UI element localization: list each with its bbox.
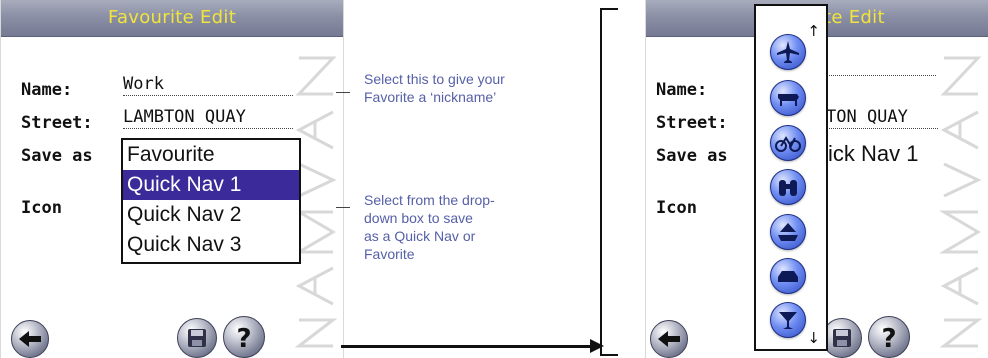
back-arrow-icon: [19, 331, 41, 347]
dropdown-option-quick-nav-1[interactable]: Quick Nav 1: [123, 170, 299, 200]
street-field[interactable]: LAMBTON QUAY: [123, 107, 293, 129]
screen-title: Favourite Edit: [107, 7, 237, 28]
floppy-disk-icon: [188, 329, 206, 347]
name-field[interactable]: Work: [123, 74, 293, 96]
annotation-line: Select from the drop-: [364, 192, 495, 208]
svg-text:?: ?: [881, 324, 896, 354]
bicycle-icon[interactable]: [770, 125, 806, 161]
flow-arrow-line: [341, 345, 596, 348]
save-as-label: Save as: [21, 146, 93, 166]
dropdown-option-quick-nav-3[interactable]: Quick Nav 3: [123, 230, 299, 260]
cocktail-icon[interactable]: [770, 302, 806, 338]
dropdown-option-favourite[interactable]: Favourite: [123, 140, 299, 170]
navman-watermark: [940, 56, 982, 348]
back-button[interactable]: [650, 320, 688, 358]
navman-watermark: [295, 56, 337, 348]
icon-label: Icon: [656, 198, 697, 218]
back-button[interactable]: [11, 320, 49, 358]
icon-picker-screen: te Edit Name: Street: TON QUAY Save as i…: [645, 0, 988, 358]
name-label: Name:: [656, 80, 708, 100]
title-bar: Favourite Edit: [1, 0, 343, 37]
save-button[interactable]: [822, 318, 862, 358]
icon-picker-list[interactable]: ↑ ↓: [754, 4, 828, 351]
save-as-label: Save as: [656, 146, 728, 166]
ship-icon[interactable]: [770, 214, 806, 250]
annotation-pointer-dropdown: [336, 207, 350, 208]
annotation-line: Favorite a ‘nickname’: [364, 89, 497, 105]
cow-icon[interactable]: [770, 80, 806, 116]
bracket-line: [600, 8, 602, 356]
street-label: Street:: [656, 113, 728, 133]
annotation-line: as a Quick Nav or: [364, 228, 476, 244]
favourite-edit-screen: Favourite Edit Name: Work Street: LAMBTO…: [0, 0, 344, 358]
car-icon[interactable]: [770, 258, 806, 294]
icon-label: Icon: [21, 198, 62, 218]
svg-text:?: ?: [236, 324, 251, 354]
scroll-down-arrow[interactable]: ↓: [807, 331, 820, 346]
help-button[interactable]: ?: [223, 316, 265, 358]
annotation-pointer-nickname: [336, 92, 350, 93]
annotation-line: Favorite: [364, 246, 415, 262]
annotation-nickname: Select this to give your Favorite a ‘nic…: [364, 70, 505, 106]
save-as-value[interactable]: ick Nav 1: [828, 141, 918, 167]
question-mark-icon: ?: [881, 324, 896, 354]
question-mark-icon: ?: [236, 324, 251, 354]
back-arrow-icon: [658, 331, 680, 347]
floppy-disk-icon: [833, 329, 851, 347]
annotation-line: down box to save: [364, 210, 473, 226]
name-field[interactable]: [826, 74, 936, 76]
airplane-icon[interactable]: [770, 34, 806, 70]
help-button[interactable]: ?: [868, 316, 910, 358]
save-as-dropdown[interactable]: Favourite Quick Nav 1 Quick Nav 2 Quick …: [121, 138, 301, 264]
screen-title: te Edit: [824, 7, 885, 28]
scroll-up-arrow[interactable]: ↑: [807, 24, 820, 39]
annotation-dropdown: Select from the drop- down box to save a…: [364, 191, 495, 263]
bracket-bottom: [600, 354, 618, 356]
bracket-top: [600, 8, 618, 10]
street-label: Street:: [21, 113, 93, 133]
binoculars-icon[interactable]: [770, 169, 806, 205]
street-field[interactable]: TON QUAY: [826, 107, 938, 129]
dropdown-option-quick-nav-2[interactable]: Quick Nav 2: [123, 200, 299, 230]
name-label: Name:: [21, 80, 73, 100]
annotation-line: Select this to give your: [364, 71, 505, 87]
save-button[interactable]: [177, 318, 217, 358]
